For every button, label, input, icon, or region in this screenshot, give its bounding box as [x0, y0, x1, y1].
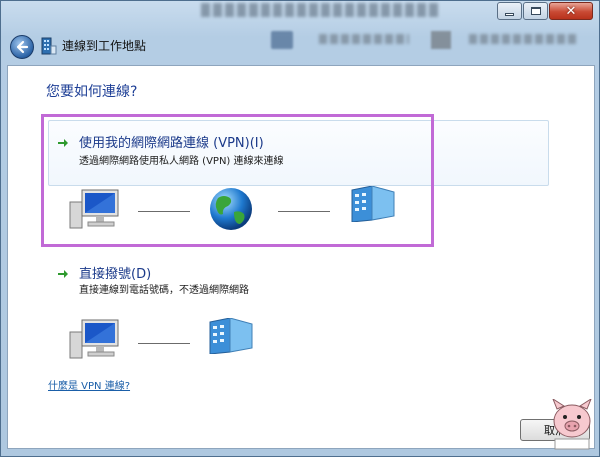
wizard-content: 您要如何連線? 使用我的網際網路連線 (VPN)(I) 透過網際網路使用私人網路… [7, 65, 595, 449]
computer-icon [69, 319, 119, 359]
green-arrow-icon [58, 270, 68, 278]
background-text [319, 34, 409, 44]
dialup-option-title[interactable]: 直接撥號(D) [79, 263, 151, 282]
wizard-window: ✕ 連線到工作地點 您要如何連線? 使用我的網際網路連線 (VPN)(I) 透過… [0, 0, 600, 457]
vpn-help-link[interactable]: 什麼是 VPN 連線? [48, 377, 130, 392]
background-network-icon [271, 31, 293, 49]
minimize-button[interactable] [497, 2, 522, 20]
page-heading: 您要如何連線? [46, 84, 138, 100]
maximize-icon [530, 7, 541, 15]
connection-line [138, 343, 190, 344]
selection-highlight [41, 114, 434, 247]
pig-mascot-watermark [552, 399, 592, 450]
dialup-option-description: 直接連線到電話號碼，不透過網際網路 [79, 285, 249, 296]
back-arrow-icon [16, 40, 29, 54]
background-window-title [201, 3, 441, 17]
window-controls: ✕ [497, 2, 593, 20]
close-icon: ✕ [565, 3, 577, 19]
minimize-icon [505, 12, 514, 16]
background-text [469, 34, 579, 44]
workplace-connection-icon [41, 37, 57, 55]
workplace-server-icon [209, 318, 253, 354]
background-printer-icon [431, 31, 451, 49]
maximize-button[interactable] [523, 2, 548, 20]
back-button[interactable] [10, 35, 34, 59]
wizard-title: 連線到工作地點 [62, 39, 147, 53]
close-button[interactable]: ✕ [549, 2, 593, 20]
